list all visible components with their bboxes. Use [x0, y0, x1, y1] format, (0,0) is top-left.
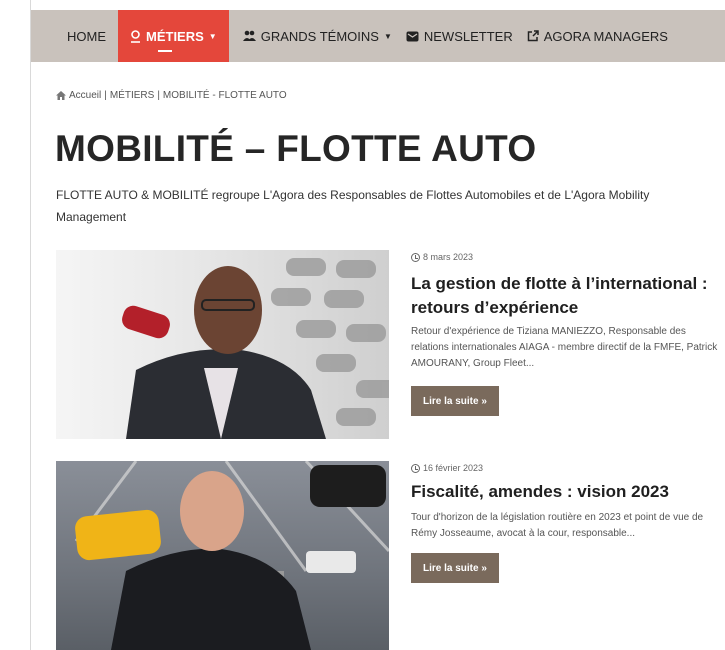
article-title[interactable]: Fiscalité, amendes : vision 2023	[411, 480, 721, 504]
top-strip	[0, 0, 725, 10]
article-thumbnail[interactable]	[56, 250, 389, 439]
clock-icon	[411, 463, 420, 473]
home-icon	[56, 91, 66, 100]
nav-agora-managers-label: AGORA MANAGERS	[543, 28, 668, 44]
breadcrumb-home-link[interactable]: Accueil	[69, 90, 101, 101]
article-excerpt: Tour d'horizon de la législation routièr…	[411, 512, 704, 539]
envelope-icon	[406, 31, 419, 41]
nav-home[interactable]: HOME	[67, 10, 106, 62]
article-thumbnail[interactable]	[56, 461, 389, 650]
external-link-icon	[527, 30, 539, 42]
nav-grands-temoins[interactable]: GRANDS TÉMOINS ▼	[242, 10, 392, 62]
pin-icon	[131, 29, 140, 43]
thumbnail-illustration	[122, 258, 389, 439]
nav-grands-temoins-label: GRANDS TÉMOINS	[260, 28, 379, 44]
breadcrumb-current: MOBILITÉ - FLOTTE AUTO	[162, 90, 287, 101]
breadcrumb-category-link[interactable]: MÉTIERS	[110, 90, 154, 101]
read-more-button[interactable]: Lire la suite »	[411, 553, 499, 583]
nav-metiers[interactable]: MÉTIERS ▼	[118, 10, 229, 62]
nav-newsletter[interactable]: NEWSLETTER	[406, 10, 513, 62]
active-indicator	[158, 50, 172, 52]
nav-newsletter-label: NEWSLETTER	[423, 28, 513, 44]
users-icon	[242, 30, 256, 41]
page-title: MOBILITÉ – FLOTTE AUTO	[55, 128, 537, 169]
nav-home-label: HOME	[67, 28, 106, 44]
thumbnail-illustration	[74, 461, 389, 650]
main-navigation: HOME MÉTIERS ▼ GRANDS TÉMOINS ▼ NEWSLETT…	[31, 10, 725, 62]
article-excerpt: Retour d'expérience de Tiziana MANIEZZO,…	[411, 326, 718, 369]
chevron-down-icon: ▼	[383, 31, 392, 41]
clock-icon	[411, 252, 420, 262]
article-date-text: 8 mars 2023	[423, 252, 474, 262]
breadcrumb-separator: |	[157, 90, 160, 101]
nav-metiers-label: MÉTIERS	[146, 28, 204, 44]
read-more-button[interactable]: Lire la suite »	[411, 386, 499, 416]
article-date-text: 16 février 2023	[423, 463, 484, 473]
breadcrumb-separator: |	[104, 90, 107, 101]
article-date: 8 mars 2023	[411, 252, 473, 262]
article-title[interactable]: La gestion de flotte à l’international :…	[411, 272, 711, 320]
chevron-down-icon: ▼	[208, 31, 217, 41]
nav-agora-managers[interactable]: AGORA MANAGERS	[527, 10, 668, 62]
page-intro: FLOTTE AUTO & MOBILITÉ regroupe L'Agora …	[56, 188, 650, 224]
page-border	[30, 0, 31, 650]
article-date: 16 février 2023	[411, 463, 483, 473]
breadcrumb: Accueil | MÉTIERS | MOBILITÉ - FLOTTE AU…	[56, 90, 290, 101]
